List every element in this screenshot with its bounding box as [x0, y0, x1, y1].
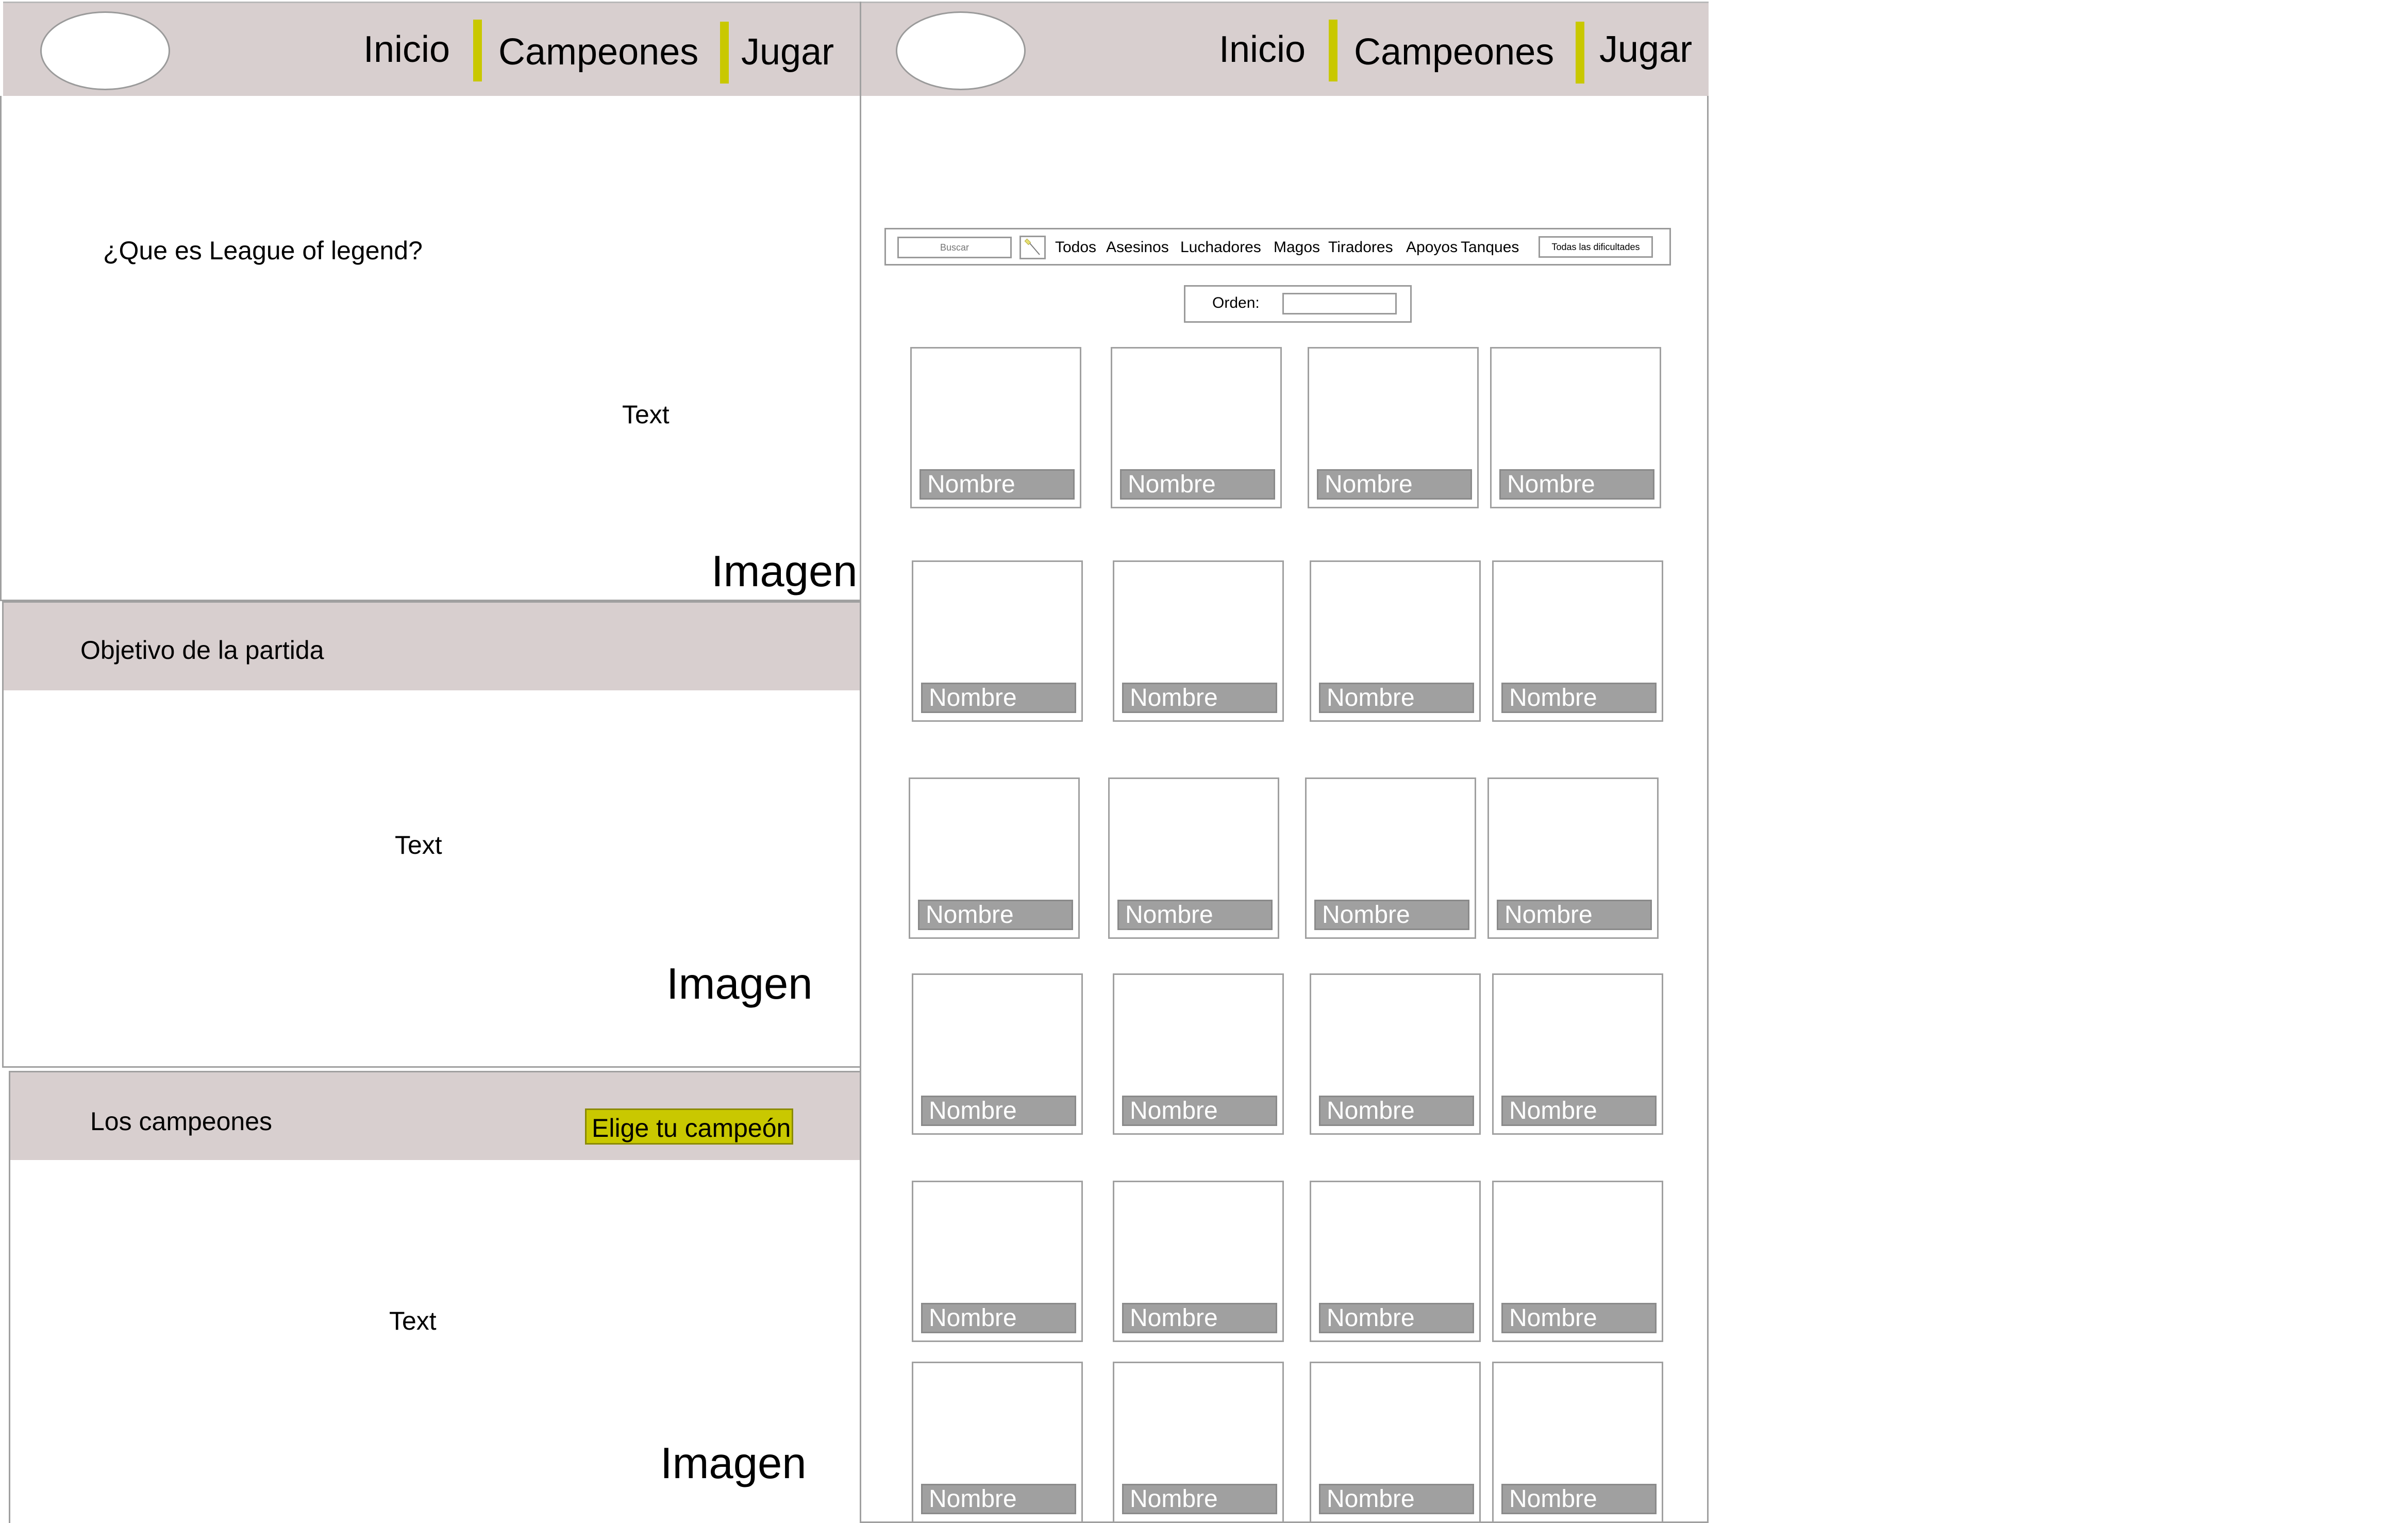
champion-name: Nombre [1319, 1096, 1474, 1126]
logo-placeholder[interactable] [40, 11, 170, 90]
nav-separator [473, 20, 482, 81]
champion-name: Nombre [921, 1096, 1076, 1126]
champion-name: Nombre [1317, 469, 1472, 500]
section-image-placeholder: Imagen [660, 1439, 807, 1488]
champion-card[interactable]: Nombre [910, 347, 1081, 508]
champion-name: Nombre [1501, 1096, 1657, 1126]
section-title: ¿Que es League of legend? [103, 236, 423, 265]
nav-campeones[interactable]: Campeones [1354, 34, 1554, 71]
champion-name: Nombre [1122, 683, 1277, 713]
champion-card[interactable]: Nombre [1310, 560, 1481, 722]
filter-tiradores[interactable]: Tiradores [1328, 237, 1393, 258]
champion-card[interactable]: Nombre [1310, 1181, 1481, 1342]
section-text: Text [622, 400, 670, 429]
champion-name: Nombre [1497, 900, 1652, 930]
difficulty-select[interactable]: Todas las dificultades [1539, 236, 1653, 258]
nav-campeones[interactable]: Campeones [498, 34, 698, 71]
champion-name: Nombre [1319, 1303, 1474, 1333]
champion-name: Nombre [921, 1484, 1076, 1514]
champion-card[interactable]: Nombre [1111, 347, 1282, 508]
champion-card[interactable]: Nombre [1113, 560, 1284, 722]
nav-separator [1329, 20, 1337, 81]
champion-card[interactable]: Nombre [909, 777, 1080, 939]
champion-card[interactable]: Nombre [912, 973, 1083, 1135]
filter-magos[interactable]: Magos [1274, 237, 1320, 258]
nav-inicio[interactable]: Inicio [1219, 31, 1306, 68]
champion-card[interactable]: Nombre [1492, 1181, 1663, 1342]
section-title: Los campeones [90, 1107, 273, 1136]
champion-card[interactable]: Nombre [1113, 1362, 1284, 1523]
champion-name: Nombre [1314, 900, 1469, 930]
champion-card[interactable]: Nombre [912, 1362, 1083, 1523]
section-text: Text [395, 831, 442, 859]
section-text: Text [389, 1306, 437, 1335]
champion-card[interactable]: Nombre [1310, 1362, 1481, 1523]
champion-name: Nombre [921, 683, 1076, 713]
logo-placeholder[interactable] [896, 11, 1026, 90]
champion-card[interactable]: Nombre [912, 560, 1083, 722]
champion-name: Nombre [919, 469, 1075, 500]
champion-card[interactable]: Nombre [1305, 777, 1476, 939]
nav-jugar[interactable]: Jugar [1599, 31, 1692, 68]
champion-card[interactable]: Nombre [1308, 347, 1479, 508]
champion-name: Nombre [918, 900, 1073, 930]
champion-name: Nombre [1501, 1303, 1657, 1333]
search-icon [1024, 238, 1040, 255]
champion-name: Nombre [1319, 1484, 1474, 1514]
filter-asesinos[interactable]: Asesinos [1106, 237, 1169, 258]
section-image-placeholder: Imagen [711, 547, 858, 596]
nav-inicio[interactable]: Inicio [363, 31, 450, 68]
champion-name: Nombre [1122, 1096, 1277, 1126]
section-title: Objetivo de la partida [80, 636, 324, 665]
filter-luchadores[interactable]: Luchadores [1180, 237, 1261, 258]
champion-card[interactable]: Nombre [1108, 777, 1279, 939]
search-button[interactable] [1019, 236, 1046, 259]
filter-apoyos[interactable]: Apoyos [1406, 237, 1458, 258]
champion-card[interactable]: Nombre [1113, 1181, 1284, 1342]
champion-name: Nombre [1501, 683, 1657, 713]
champion-card[interactable]: Nombre [1487, 777, 1659, 939]
section-image-placeholder: Imagen [666, 959, 813, 1008]
champion-name: Nombre [1117, 900, 1273, 930]
champion-card[interactable]: Nombre [912, 1181, 1083, 1342]
champion-name: Nombre [1122, 1484, 1277, 1514]
champion-card[interactable]: Nombre [1113, 973, 1284, 1135]
champion-card[interactable]: Nombre [1310, 973, 1481, 1135]
champion-name: Nombre [921, 1303, 1076, 1333]
champion-card[interactable]: Nombre [1492, 1362, 1663, 1523]
choose-champion-button[interactable]: Elige tu campeón [585, 1108, 793, 1145]
search-input[interactable] [897, 237, 1012, 258]
champion-name: Nombre [1501, 1484, 1657, 1514]
order-label: Orden: [1212, 294, 1260, 311]
filter-todos[interactable]: Todos [1055, 237, 1096, 258]
section-what-is [0, 96, 861, 601]
nav-separator [1576, 22, 1584, 84]
champion-name: Nombre [1319, 683, 1474, 713]
nav-jugar[interactable]: Jugar [741, 34, 834, 71]
filter-tanques[interactable]: Tanques [1461, 237, 1519, 258]
order-input[interactable] [1282, 293, 1397, 314]
champion-name: Nombre [1120, 469, 1275, 500]
champion-card[interactable]: Nombre [1490, 347, 1661, 508]
champion-name: Nombre [1122, 1303, 1277, 1333]
nav-separator [720, 22, 729, 84]
champion-name: Nombre [1499, 469, 1654, 500]
champion-card[interactable]: Nombre [1492, 973, 1663, 1135]
champion-card[interactable]: Nombre [1492, 560, 1663, 722]
